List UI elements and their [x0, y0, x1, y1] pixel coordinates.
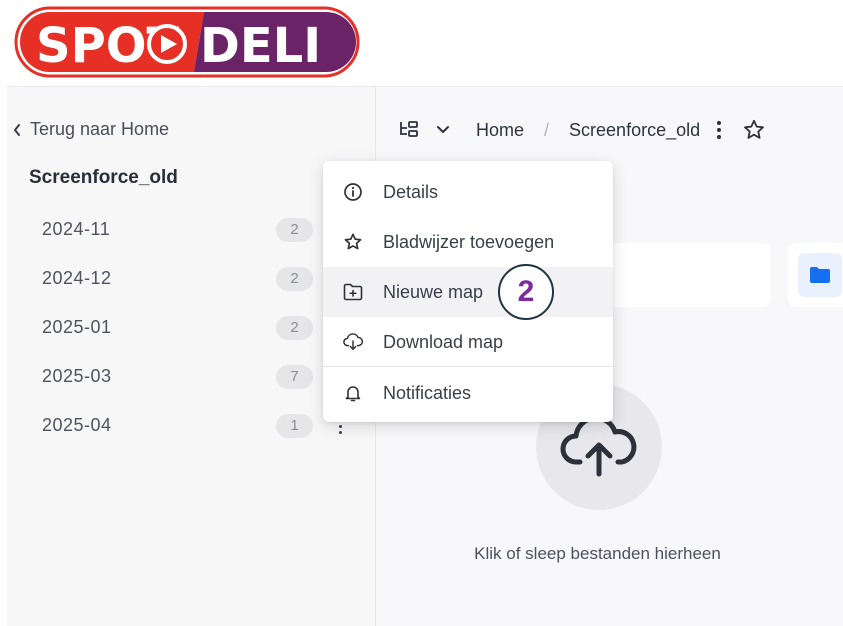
- menu-item-notifications[interactable]: Notificaties: [323, 368, 613, 418]
- context-menu: Details Bladwijzer toevoegen Nieuwe map …: [323, 161, 613, 422]
- current-folder-title: Screenforce_old: [29, 167, 178, 188]
- menu-item-details[interactable]: Details: [323, 167, 613, 217]
- menu-item-label: Details: [383, 181, 439, 202]
- back-to-home-link[interactable]: Terug naar Home: [12, 119, 169, 140]
- breadcrumb-current[interactable]: Screenforce_old: [569, 120, 700, 141]
- star-icon: [343, 232, 363, 252]
- chevron-left-icon: [14, 123, 20, 136]
- folder-count-badge: 2: [276, 266, 313, 291]
- bell-icon: [343, 383, 363, 403]
- folder-name: 2025-01: [42, 317, 112, 337]
- folder-name: 2024-12: [42, 268, 112, 288]
- menu-item-download-folder[interactable]: Download map: [323, 317, 613, 367]
- folder-name: 2024-11: [42, 219, 111, 239]
- menu-item-label: Download map: [383, 331, 504, 352]
- menu-item-label: Notificaties: [383, 382, 472, 403]
- cloud-upload-icon: [560, 416, 637, 477]
- breadcrumb-separator: /: [544, 119, 550, 140]
- bookmark-star-icon[interactable]: [742, 118, 766, 142]
- sidebar-item-2024-11[interactable]: 2024-11 2: [7, 205, 376, 254]
- folder-count-badge: 7: [276, 364, 313, 389]
- menu-item-new-folder[interactable]: Nieuwe map: [323, 267, 613, 317]
- breadcrumb: Home / Screenforce_old: [398, 115, 766, 145]
- page: SPOT DELI Terug naar Home Screenforce_ol…: [0, 0, 843, 626]
- menu-item-add-bookmark[interactable]: Bladwijzer toevoegen: [323, 217, 613, 267]
- folder-tree-icon[interactable]: [398, 119, 420, 141]
- folder-icon: [810, 267, 830, 283]
- folder-card[interactable]: [606, 243, 771, 307]
- back-link-label: Terug naar Home: [30, 119, 170, 139]
- folder-name: 2025-04: [42, 415, 112, 435]
- sidebar: Terug naar Home Screenforce_old 2024-11 …: [7, 87, 376, 626]
- folder-name: 2025-03: [42, 366, 112, 386]
- folder-card[interactable]: [788, 243, 843, 307]
- folder-count-badge: 2: [276, 217, 313, 242]
- upload-hint: Klik of sleep bestanden hierheen: [474, 544, 721, 563]
- info-icon: [343, 182, 363, 202]
- new-folder-icon: [343, 282, 363, 302]
- folder-count-badge: 1: [276, 413, 313, 438]
- menu-item-label: Bladwijzer toevoegen: [383, 231, 555, 252]
- chevron-down-icon[interactable]: [436, 125, 450, 135]
- sidebar-item-2025-03[interactable]: 2025-03 7: [7, 352, 376, 401]
- breadcrumb-home[interactable]: Home: [476, 120, 524, 141]
- menu-item-label: Nieuwe map: [383, 281, 484, 302]
- sidebar-item-2025-01[interactable]: 2025-01 2: [7, 303, 376, 352]
- step-number-badge: 2: [498, 264, 554, 320]
- folder-list: 2024-11 2 2024-12 2 2025-01 2 2025-03 7 …: [7, 205, 376, 450]
- folder-count-badge: 2: [276, 315, 313, 340]
- cloud-download-icon: [343, 332, 363, 352]
- sidebar-item-2025-04[interactable]: 2025-04 1: [7, 401, 376, 450]
- sidebar-item-2024-12[interactable]: 2024-12 2: [7, 254, 376, 303]
- more-options-icon[interactable]: [714, 119, 724, 141]
- menu-divider: [323, 366, 613, 367]
- logo-text-right: DELI: [200, 18, 321, 74]
- folder-chip: [798, 253, 842, 297]
- spotdeli-logo: SPOT DELI: [14, 6, 360, 78]
